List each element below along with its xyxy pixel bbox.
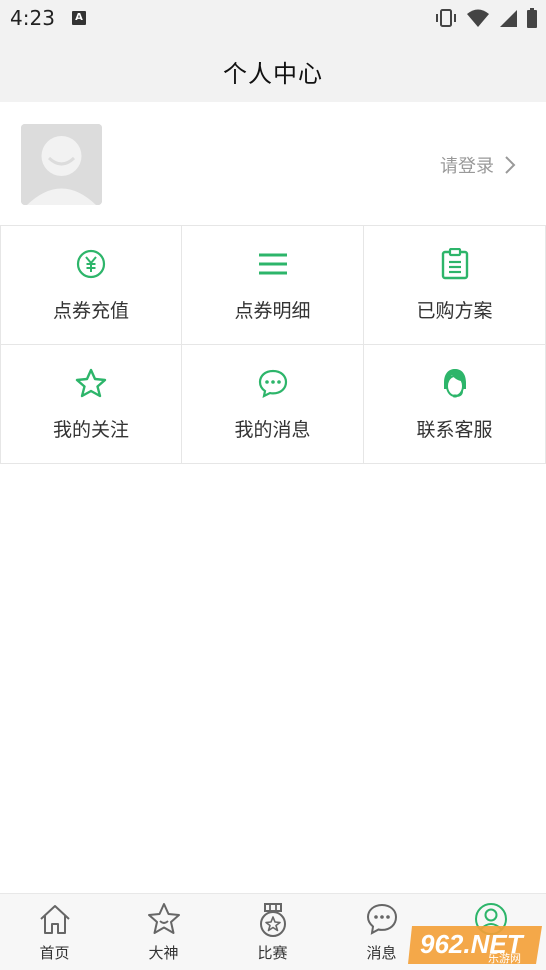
avatar[interactable] (21, 124, 102, 205)
status-bar: 4:23 A (0, 0, 546, 36)
clipboard-icon (441, 248, 468, 280)
medal-icon (259, 903, 286, 937)
status-icons (434, 8, 538, 28)
home-icon (39, 905, 70, 934)
chat-bubble-icon (258, 369, 287, 398)
vibrate-icon (436, 9, 456, 27)
grid-item-label: 点券明细 (234, 300, 311, 322)
login-label: 请登录 (440, 156, 494, 177)
nav-item-masters[interactable]: 大神 (109, 894, 218, 970)
nav-label: 比赛 (257, 944, 288, 962)
watermark-logo: 962.NET 乐游网 (408, 920, 546, 970)
grid-item-recharge[interactable]: 点券充值 (0, 226, 182, 345)
star-icon (147, 903, 180, 934)
profile-section[interactable]: 请登录 (0, 102, 546, 226)
function-grid: 点券充值 点券明细 已购方案 我的关注 我的消息 联系客服 (0, 226, 546, 465)
nav-label: 大神 (148, 944, 179, 962)
customer-service-icon (443, 369, 466, 398)
header: 个人中心 (0, 36, 546, 102)
grid-item-label: 我的消息 (234, 419, 311, 441)
grid-item-purchased[interactable]: 已购方案 (364, 226, 546, 345)
signal-icon (500, 10, 517, 27)
grid-item-label: 点券充值 (52, 300, 129, 322)
grid-item-details[interactable]: 点券明细 (182, 226, 364, 345)
nav-item-home[interactable]: 首页 (0, 894, 109, 970)
grid-item-messages[interactable]: 我的消息 (182, 345, 364, 464)
yen-circle-icon (76, 249, 106, 279)
grid-item-following[interactable]: 我的关注 (0, 345, 182, 464)
wifi-icon (467, 9, 489, 27)
list-lines-icon (258, 253, 287, 275)
grid-item-customer-service[interactable]: 联系客服 (364, 345, 546, 464)
login-link[interactable]: 请登录 (440, 152, 516, 178)
star-icon (75, 368, 107, 398)
avatar-placeholder-icon (21, 124, 102, 205)
page-title: 个人中心 (223, 60, 323, 88)
grid-item-label: 我的关注 (52, 419, 129, 441)
nav-label: 首页 (39, 944, 70, 962)
chat-bubble-icon (366, 903, 397, 935)
chevron-right-icon (505, 156, 516, 174)
nav-item-matches[interactable]: 比赛 (218, 894, 327, 970)
svg-text:乐游网: 乐游网 (488, 952, 521, 965)
status-time: 4:23 (10, 6, 55, 30)
notification-icon: A (72, 11, 86, 25)
grid-item-label: 联系客服 (416, 419, 493, 441)
battery-icon (527, 8, 537, 28)
grid-item-label: 已购方案 (416, 300, 493, 322)
